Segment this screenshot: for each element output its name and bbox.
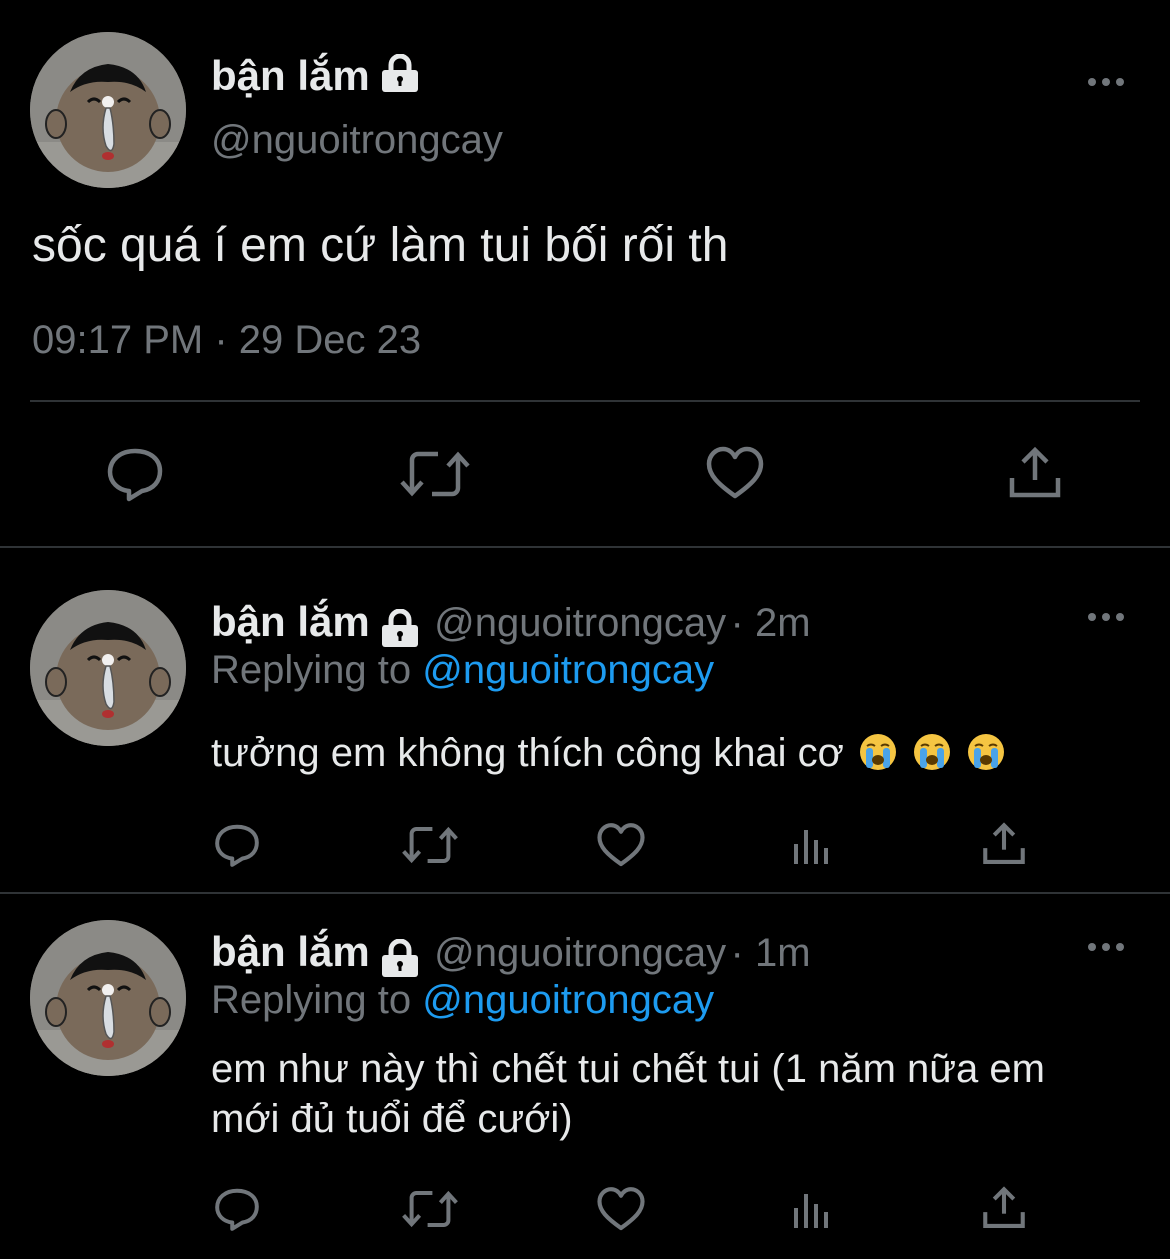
display-name[interactable]: bận lắm [211,598,370,645]
retweet-icon[interactable] [402,824,458,866]
share-icon[interactable] [982,1186,1026,1230]
avatar[interactable] [30,920,186,1076]
mention-link[interactable]: @nguoitrongcay [422,648,714,692]
avatar[interactable] [30,590,186,746]
tweet-timestamp[interactable]: 09:17 PM · 29 Dec 23 [32,318,421,363]
views-icon[interactable] [792,1190,832,1230]
handle[interactable]: @nguoitrongcay [211,118,503,163]
avatar[interactable] [30,32,186,188]
like-icon[interactable] [597,822,645,868]
avatar-image [30,920,186,1076]
divider [0,546,1170,548]
reply-text: em như này thì chết tui chết tui (1 năm … [211,1044,1045,1144]
avatar-image [30,32,186,188]
tweet-text: sốc quá í em cứ làm tui bối rối th [32,219,729,272]
reply-header: bận lắm @nguoitrongcay · 1m [211,928,811,984]
avatar-image [30,590,186,746]
display-name[interactable]: bận lắm [211,928,370,975]
more-options-icon[interactable] [1088,943,1124,951]
handle[interactable]: @nguoitrongcay [434,601,726,645]
replying-to: Replying to @nguoitrongcay [211,978,714,1023]
loudly-crying-face-emoji [913,734,950,770]
reply-icon[interactable] [106,446,164,502]
divider [30,400,1140,402]
reply-icon[interactable] [214,822,260,868]
display-name[interactable]: bận lắm [211,52,422,104]
share-icon[interactable] [1008,446,1062,500]
mention-link[interactable]: @nguoitrongcay [422,978,714,1022]
reply-text-line: em như này thì chết tui chết tui (1 năm … [211,1047,1045,1091]
loudly-crying-face-emoji [967,734,1004,770]
views-icon[interactable] [792,826,832,866]
like-icon[interactable] [706,446,764,500]
replying-to-label: Replying to [211,978,412,1022]
more-options-icon[interactable] [1088,78,1124,86]
more-options-icon[interactable] [1088,613,1124,621]
reply-text-line: mới đủ tuổi để cưới) [211,1097,573,1141]
like-icon[interactable] [597,1186,645,1232]
handle[interactable]: @nguoitrongcay [434,931,726,975]
reply-text-content: tưởng em không thích công khai cơ [211,731,844,775]
relative-time[interactable]: · 1m [731,931,811,975]
lock-icon [378,53,422,104]
replying-to-label: Replying to [211,648,412,692]
replying-to: Replying to @nguoitrongcay [211,648,714,693]
reply-text: tưởng em không thích công khai cơ [211,728,1006,778]
reply-icon[interactable] [214,1186,260,1232]
display-name-text: bận lắm [211,52,370,99]
reply-header: bận lắm @nguoitrongcay · 2m [211,598,811,654]
retweet-icon[interactable] [400,448,470,500]
relative-time[interactable]: · 2m [731,601,811,645]
retweet-icon[interactable] [402,1188,458,1230]
share-icon[interactable] [982,822,1026,866]
loudly-crying-face-emoji [859,734,896,770]
divider [0,892,1170,894]
